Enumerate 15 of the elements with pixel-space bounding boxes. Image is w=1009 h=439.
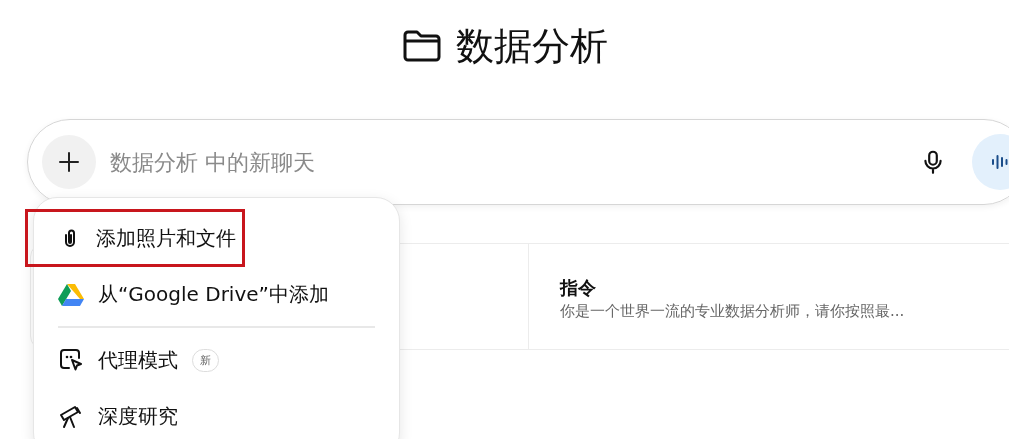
drive-logo-icon	[58, 282, 84, 306]
chat-input-field[interactable]: 数据分析 中的新聊天	[108, 148, 920, 176]
cursor-frame-icon	[58, 347, 84, 373]
menu-item[interactable]: 代理模式 新	[58, 334, 225, 386]
folder-icon	[401, 29, 442, 63]
plus-icon	[57, 150, 81, 174]
instruction-card[interactable]: 指令 你是一个世界一流的专业数据分析师，请你按照最...	[529, 244, 1009, 349]
menu-item[interactable]: 从“Google Drive”中添加	[58, 268, 335, 320]
telescope-icon	[58, 403, 84, 429]
card-description: 你是一个世界一流的专业数据分析师，请你按照最...	[560, 302, 906, 321]
chat-input-bar[interactable]: 数据分析 中的新聊天	[27, 119, 1009, 205]
card-title: 指令	[560, 276, 597, 300]
menu-item[interactable]: 深度研究	[58, 390, 184, 439]
project-title: 数据分析	[455, 23, 608, 70]
menu-item[interactable]: 添加照片和文件	[28, 212, 242, 264]
